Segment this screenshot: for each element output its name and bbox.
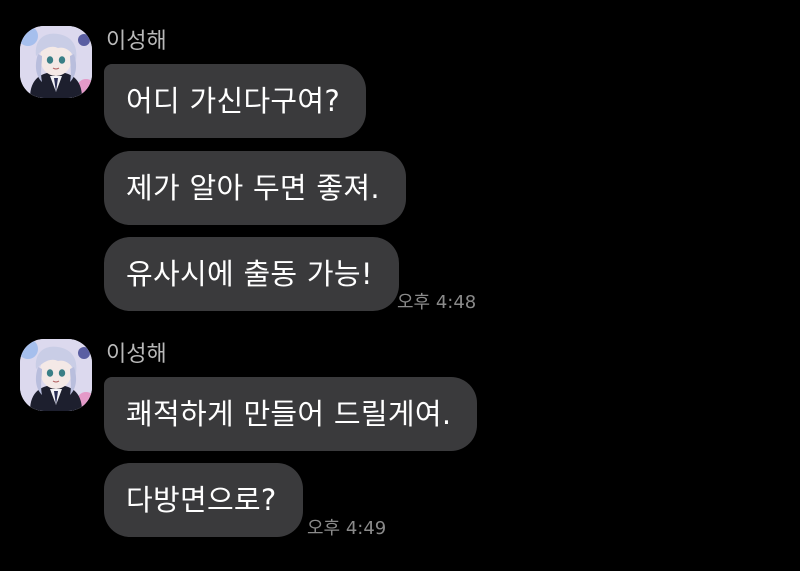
message-bubble[interactable]: 쾌적하게 만들어 드릴게여. — [104, 377, 478, 451]
sender-name: 이성해 — [106, 29, 167, 54]
message-timestamp: 오후 4:48 — [397, 292, 477, 313]
message-bubble[interactable]: 다방면으로? — [104, 463, 303, 537]
sender-name: 이성해 — [106, 342, 167, 367]
message-bubble[interactable]: 제가 알아 두면 좋져. — [104, 151, 406, 225]
anime-character-avatar-icon — [20, 26, 92, 98]
message-timestamp: 오후 4:49 — [307, 518, 387, 539]
avatar[interactable] — [20, 339, 92, 411]
message-bubble[interactable]: 어디 가신다구여? — [104, 64, 367, 138]
avatar[interactable] — [20, 26, 92, 98]
anime-character-avatar-icon — [20, 339, 92, 411]
message-bubble[interactable]: 유사시에 출동 가능! — [104, 237, 399, 311]
